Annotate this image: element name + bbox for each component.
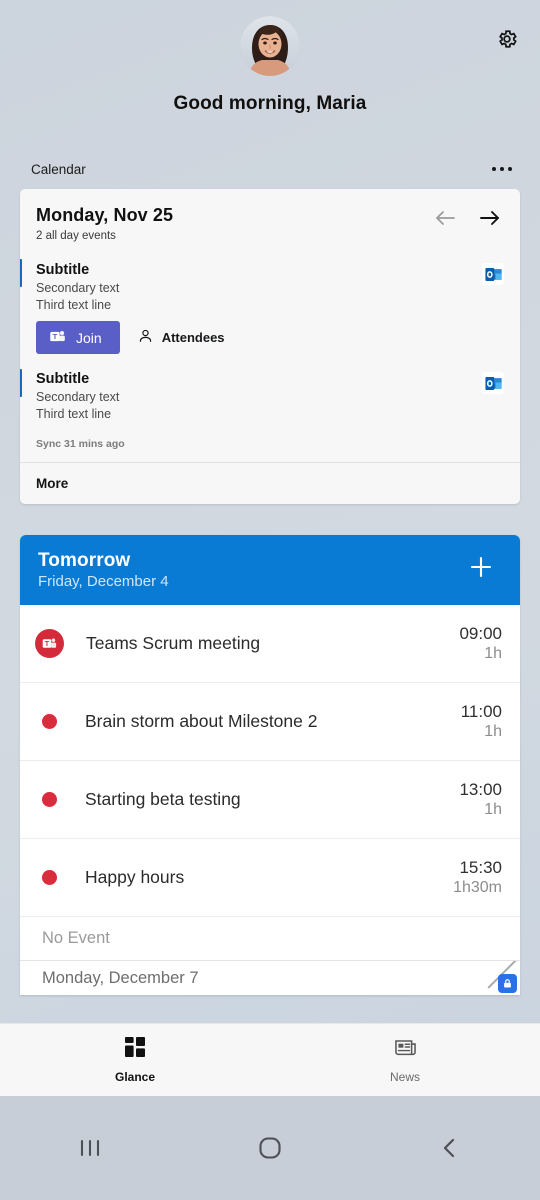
- avatar-wrapper[interactable]: [0, 16, 540, 76]
- event-time: 09:00: [459, 624, 502, 643]
- red-dot-icon: [42, 870, 57, 885]
- system-navigation-bar: [0, 1096, 540, 1200]
- more-button[interactable]: More: [20, 462, 520, 504]
- calendar-event-item[interactable]: Subtitle Secondary text Third text line: [20, 360, 520, 427]
- calendar-event-item[interactable]: Subtitle Secondary text Third text line: [20, 253, 520, 360]
- svg-text:T: T: [53, 332, 58, 341]
- event-title: Starting beta testing: [85, 789, 241, 809]
- calendar-card-header: Monday, Nov 25 2 all day events: [20, 189, 520, 253]
- calendar-nav-controls: [433, 205, 502, 233]
- bottom-navigation: Glance News: [0, 1023, 540, 1096]
- list-item[interactable]: Happy hours 15:30 1h30m: [20, 839, 520, 917]
- attendees-label: Attendees: [161, 330, 225, 345]
- list-item[interactable]: Brain storm about Milestone 2 11:00 1h: [20, 683, 520, 761]
- event-time: 11:00: [460, 702, 502, 721]
- calendar-date-title: Monday, Nov 25: [36, 205, 174, 225]
- event-duration: 1h: [484, 723, 502, 740]
- list-item[interactable]: T Teams Scrum meeting 09:00 1h: [20, 605, 520, 683]
- event-header-row: Subtitle Secondary text Third text line: [36, 262, 504, 312]
- recents-button[interactable]: [0, 1133, 180, 1163]
- newspaper-icon: [394, 1037, 417, 1063]
- red-dot-icon: [42, 714, 57, 729]
- event-action-row: T Join Attendees: [36, 321, 504, 354]
- arrow-left-icon: [436, 211, 455, 225]
- event-time: 13:00: [459, 780, 502, 799]
- home-icon: [259, 1137, 281, 1159]
- event-third-text: Third text line: [36, 407, 112, 421]
- section-overflow-button[interactable]: [490, 161, 515, 178]
- event-duration: 1h30m: [453, 879, 502, 896]
- greeting-text: Good morning, Maria: [173, 93, 367, 114]
- red-dot-icon: [42, 792, 57, 807]
- tomorrow-subtitle: Friday, December 4: [38, 572, 169, 590]
- next-day-header: Monday, December 7: [20, 961, 520, 995]
- event-text-block: Subtitle Secondary text Third text line: [36, 262, 119, 312]
- grid-icon: [124, 1036, 146, 1063]
- tomorrow-card: Tomorrow Friday, December 4 T Teams Scru…: [20, 535, 520, 995]
- outlook-icon: [482, 372, 504, 394]
- event-time: 15:30: [459, 858, 502, 877]
- settings-button[interactable]: [492, 26, 522, 56]
- tab-news-label: News: [389, 1069, 420, 1084]
- all-day-events-count: 2 all day events: [36, 230, 116, 242]
- list-item[interactable]: Starting beta testing 13:00 1h: [20, 761, 520, 839]
- event-time-block: 11:00 1h: [461, 702, 502, 741]
- teams-circle-icon: T: [35, 629, 64, 658]
- home-button[interactable]: [180, 1134, 360, 1162]
- event-title: Subtitle: [36, 262, 90, 278]
- app-header: Good morning, Maria: [0, 0, 540, 140]
- event-title: Brain storm about Milestone 2: [85, 711, 318, 731]
- sync-status: Sync 31 mins ago: [36, 438, 125, 450]
- event-time-block: 13:00 1h: [459, 780, 502, 819]
- tab-glance-label: Glance: [114, 1070, 156, 1084]
- person-icon: [138, 328, 153, 347]
- event-third-text: Third text line: [36, 298, 112, 312]
- event-secondary-text: Secondary text: [36, 390, 120, 404]
- tomorrow-event-list: T Teams Scrum meeting 09:00 1h Brain sto…: [20, 605, 520, 995]
- calendar-card: Monday, Nov 25 2 all day events Subtitle…: [20, 189, 520, 504]
- recents-icon: [80, 1139, 100, 1157]
- teams-icon: T: [49, 328, 66, 348]
- tomorrow-title: Tomorrow: [38, 549, 131, 571]
- event-secondary-text: Secondary text: [36, 281, 120, 295]
- no-event-row: No Event: [20, 917, 520, 961]
- previous-day-button[interactable]: [433, 208, 457, 233]
- outlook-icon: [482, 263, 504, 285]
- add-event-button[interactable]: [462, 548, 500, 591]
- user-avatar-photo: [240, 16, 300, 76]
- plus-icon: [470, 556, 492, 578]
- tomorrow-card-header: Tomorrow Friday, December 4: [20, 535, 520, 605]
- tab-news[interactable]: News: [270, 1024, 540, 1096]
- ellipsis-icon: [491, 166, 496, 172]
- event-title: Happy hours: [85, 867, 185, 887]
- next-day-button[interactable]: [478, 208, 502, 233]
- attendees-button[interactable]: Attendees: [138, 328, 225, 347]
- back-button[interactable]: [360, 1134, 540, 1162]
- calendar-section-header: Calendar: [0, 154, 540, 184]
- event-title: Teams Scrum meeting: [86, 633, 261, 653]
- calendar-date-block: Monday, Nov 25 2 all day events: [36, 205, 173, 242]
- svg-text:T: T: [45, 639, 50, 648]
- join-button-label: Join: [76, 329, 102, 346]
- back-icon: [443, 1138, 455, 1158]
- lock-badge-icon[interactable]: [498, 974, 517, 993]
- tab-glance[interactable]: Glance: [0, 1024, 270, 1096]
- gear-icon: [496, 28, 518, 55]
- join-button[interactable]: T Join: [36, 321, 120, 354]
- event-accent-bar: [20, 369, 22, 397]
- event-header-row: Subtitle Secondary text Third text line: [36, 371, 504, 421]
- tomorrow-title-block: Tomorrow Friday, December 4: [38, 550, 169, 590]
- event-time-block: 09:00 1h: [459, 624, 502, 663]
- event-text-block: Subtitle Secondary text Third text line: [36, 371, 119, 421]
- arrow-right-icon: [480, 211, 499, 225]
- avatar[interactable]: [240, 16, 300, 76]
- section-title: Calendar: [31, 161, 86, 177]
- event-duration: 1h: [484, 801, 502, 818]
- event-accent-bar: [20, 259, 22, 287]
- event-duration: 1h: [484, 645, 502, 662]
- event-time-block: 15:30 1h30m: [453, 858, 502, 897]
- event-title: Subtitle: [36, 371, 90, 387]
